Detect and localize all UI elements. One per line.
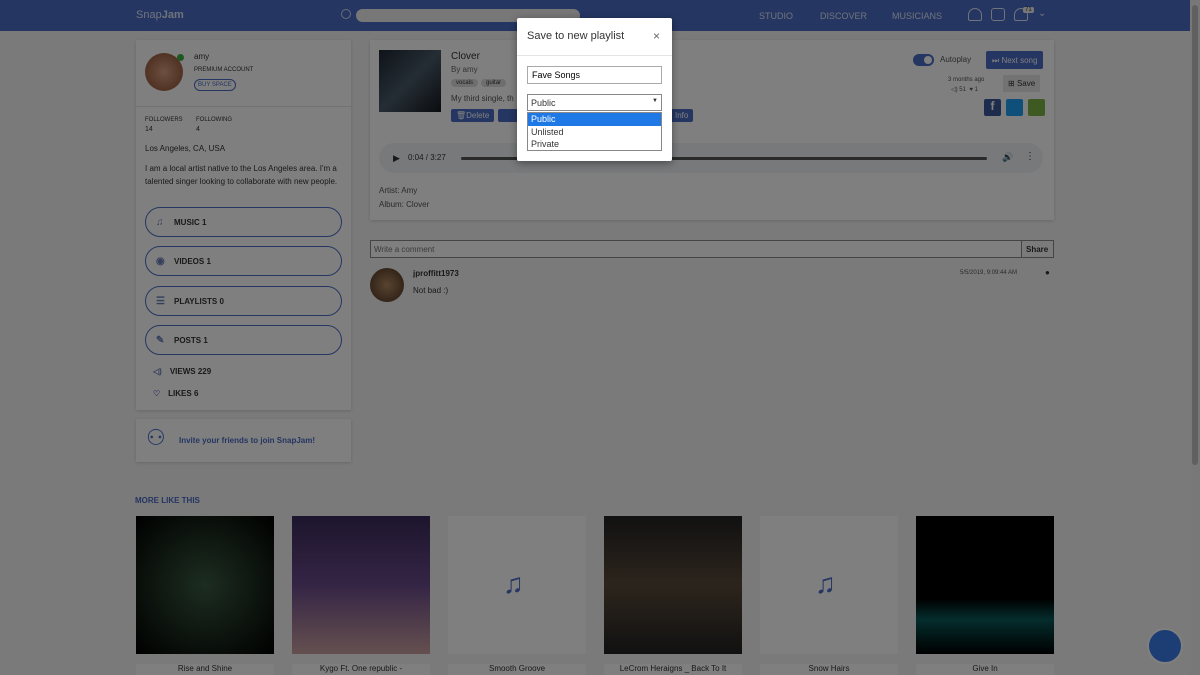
privacy-select[interactable]: Public ▼ — [527, 94, 662, 111]
close-icon[interactable]: × — [653, 29, 660, 43]
dropdown-arrow-icon: ▼ — [652, 98, 658, 104]
divider — [517, 55, 672, 56]
playlist-name-input[interactable] — [527, 66, 662, 84]
option-public[interactable]: Public — [528, 113, 661, 126]
option-unlisted[interactable]: Unlisted — [528, 126, 661, 139]
option-private[interactable]: Private — [528, 138, 661, 151]
modal-title: Save to new playlist — [527, 30, 625, 42]
privacy-options: Public Unlisted Private — [527, 112, 662, 151]
save-playlist-modal: Save to new playlist × Public▼ Public Un… — [517, 18, 672, 161]
